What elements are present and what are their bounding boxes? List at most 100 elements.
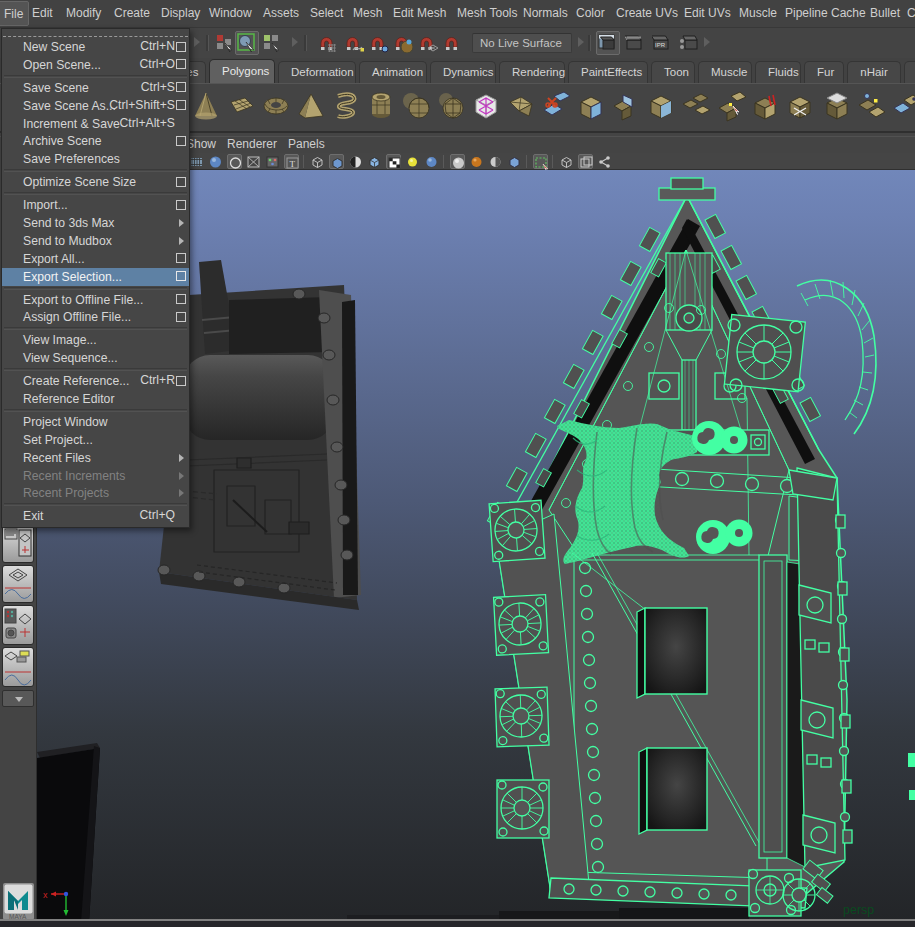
file-menu-item-export-selection[interactable]: Export Selection... bbox=[2, 268, 189, 286]
sphere-orange-icon[interactable] bbox=[469, 154, 484, 169]
panel-menu-renderer[interactable]: Renderer bbox=[227, 137, 277, 151]
text-icon[interactable]: T bbox=[284, 154, 299, 169]
shelf-tab-fluids[interactable]: Fluids bbox=[755, 61, 801, 83]
select-hierarchy-icon[interactable] bbox=[215, 33, 235, 53]
menu-normals[interactable]: Normals bbox=[523, 0, 568, 27]
shelf-tab-ncloth[interactable]: nCloth bbox=[904, 61, 915, 83]
shelf-tab-polygons[interactable]: Polygons bbox=[209, 59, 275, 83]
menu-create-uvs[interactable]: Create UVs bbox=[616, 0, 678, 27]
poly-sphere-icon[interactable] bbox=[435, 90, 467, 122]
panes-icon[interactable] bbox=[578, 154, 593, 169]
snap-point-icon[interactable] bbox=[369, 33, 389, 53]
cube-blue-icon[interactable] bbox=[367, 154, 382, 169]
file-menu-item-export-all[interactable]: Export All... bbox=[2, 250, 189, 268]
option-box[interactable] bbox=[176, 253, 186, 263]
menu-edit[interactable]: Edit bbox=[32, 0, 53, 27]
file-menu-item-optimize-scene-size[interactable]: Optimize Scene Size bbox=[2, 173, 189, 191]
file-menu-item-recent-projects[interactable]: Recent Projects bbox=[2, 484, 189, 502]
file-menu-item-exit[interactable]: ExitCtrl+Q bbox=[2, 507, 189, 525]
snap-projected-icon[interactable] bbox=[393, 33, 413, 53]
file-menu-item-recent-increments[interactable]: Recent Increments bbox=[2, 467, 189, 485]
file-menu-item-export-to-offline-file[interactable]: Export to Offline File... bbox=[2, 291, 189, 309]
menu-mesh-tools[interactable]: Mesh Tools bbox=[457, 0, 517, 27]
green-model[interactable] bbox=[487, 178, 915, 916]
points-icon[interactable] bbox=[265, 154, 280, 169]
file-menu-item-recent-files[interactable]: Recent Files bbox=[2, 449, 189, 467]
poly-plane-icon[interactable] bbox=[225, 90, 257, 122]
live-surface-field[interactable]: No Live Surface bbox=[472, 33, 572, 53]
poly-helix-icon[interactable] bbox=[330, 90, 362, 122]
file-menu-item-archive-scene[interactable]: Archive Scene bbox=[2, 132, 189, 150]
shelf-tab-animation[interactable]: Animation bbox=[359, 61, 427, 83]
sphere-bw-icon[interactable] bbox=[348, 154, 363, 169]
cube-open-icon[interactable] bbox=[575, 90, 607, 122]
layout-dropdown-button[interactable] bbox=[2, 690, 34, 707]
menu-window[interactable]: Window bbox=[209, 0, 252, 27]
file-menu-item-save-preferences[interactable]: Save Preferences bbox=[2, 150, 189, 168]
film-icon[interactable] bbox=[189, 154, 204, 169]
menu-select[interactable]: Select bbox=[310, 0, 343, 27]
ipr-render-icon[interactable]: IPR bbox=[652, 33, 672, 53]
menu-file[interactable]: File bbox=[0, 1, 29, 26]
menu-modify[interactable]: Modify bbox=[66, 0, 101, 27]
menu-pipeline-cache[interactable]: Pipeline Cache bbox=[785, 0, 866, 27]
poly-sphere-smooth-icon[interactable] bbox=[400, 90, 432, 122]
poly-cone-icon[interactable] bbox=[190, 90, 222, 122]
sphere-blue2-icon[interactable] bbox=[424, 154, 439, 169]
snap-plane-icon[interactable] bbox=[418, 33, 438, 53]
file-menu-item-send-to-mudbox[interactable]: Send to Mudbox bbox=[2, 232, 189, 250]
option-box[interactable] bbox=[176, 200, 186, 210]
shelf-tab-dynamics[interactable]: Dynamics bbox=[430, 61, 496, 83]
menu-mesh[interactable]: Mesh bbox=[353, 0, 382, 27]
option-box[interactable] bbox=[176, 82, 186, 92]
option-box[interactable] bbox=[176, 59, 186, 69]
file-menu-item-open-scene[interactable]: Open Scene...Ctrl+O bbox=[2, 56, 189, 74]
menu-assets[interactable]: Assets bbox=[263, 0, 299, 27]
cube-wire-icon[interactable] bbox=[310, 154, 325, 169]
render-settings-icon[interactable] bbox=[679, 33, 699, 53]
option-box[interactable] bbox=[176, 42, 186, 52]
shelf-tab-deformation[interactable]: Deformation bbox=[278, 61, 356, 83]
menu-tearoff[interactable] bbox=[3, 29, 188, 37]
render-view-icon[interactable] bbox=[598, 33, 618, 53]
poly-plane-tri-icon[interactable] bbox=[505, 90, 537, 122]
option-box[interactable] bbox=[176, 376, 186, 386]
mirror-icon[interactable] bbox=[890, 90, 915, 122]
file-menu-item-project-window[interactable]: Project Window bbox=[2, 413, 189, 431]
file-menu-item-view-image[interactable]: View Image... bbox=[2, 331, 189, 349]
isolate-select-icon[interactable] bbox=[533, 154, 548, 169]
separate-icon[interactable] bbox=[680, 90, 712, 122]
snap-grid-icon[interactable] bbox=[318, 33, 338, 53]
file-menu-item-save-scene-as[interactable]: Save Scene As...Ctrl+Shift+S bbox=[2, 97, 189, 115]
shelf-tab-toon[interactable]: Toon bbox=[651, 61, 695, 83]
section-divider[interactable] bbox=[290, 32, 300, 54]
cut-faces-icon[interactable] bbox=[540, 90, 572, 122]
menu-c[interactable]: C bbox=[907, 0, 915, 27]
shelf-tab-rendering[interactable]: Rendering bbox=[499, 61, 565, 83]
wireframe-circle-icon[interactable] bbox=[227, 154, 242, 169]
menu-bullet[interactable]: Bullet bbox=[870, 0, 900, 27]
sphere-half-icon[interactable] bbox=[488, 154, 503, 169]
cube-blue3-icon[interactable] bbox=[507, 154, 522, 169]
select-object-icon[interactable] bbox=[237, 33, 257, 53]
light-yellow-icon[interactable] bbox=[405, 154, 420, 169]
panel-menu-show[interactable]: Show bbox=[186, 137, 216, 151]
option-box[interactable] bbox=[176, 177, 186, 187]
menu-display[interactable]: Display bbox=[161, 0, 200, 27]
file-menu-item-send-to-3ds-max[interactable]: Send to 3ds Max bbox=[2, 214, 189, 232]
extract-icon[interactable] bbox=[715, 90, 747, 122]
merge-icon[interactable] bbox=[855, 90, 887, 122]
option-box[interactable] bbox=[176, 312, 186, 322]
cube-top-icon[interactable] bbox=[820, 90, 852, 122]
cube-outline-icon[interactable] bbox=[559, 154, 574, 169]
select-component-icon[interactable] bbox=[262, 33, 282, 53]
file-menu-item-save-scene[interactable]: Save SceneCtrl+S bbox=[2, 79, 189, 97]
file-menu-item-create-reference[interactable]: Create Reference...Ctrl+R bbox=[2, 372, 189, 390]
sphere-gray-icon[interactable] bbox=[450, 154, 465, 169]
poly-torus-icon[interactable] bbox=[260, 90, 292, 122]
menu-color[interactable]: Color bbox=[576, 0, 605, 27]
menu-edit-uvs[interactable]: Edit UVs bbox=[684, 0, 731, 27]
file-menu-item-import[interactable]: Import... bbox=[2, 196, 189, 214]
menu-create[interactable]: Create bbox=[114, 0, 150, 27]
file-menu-item-view-sequence[interactable]: View Sequence... bbox=[2, 349, 189, 367]
